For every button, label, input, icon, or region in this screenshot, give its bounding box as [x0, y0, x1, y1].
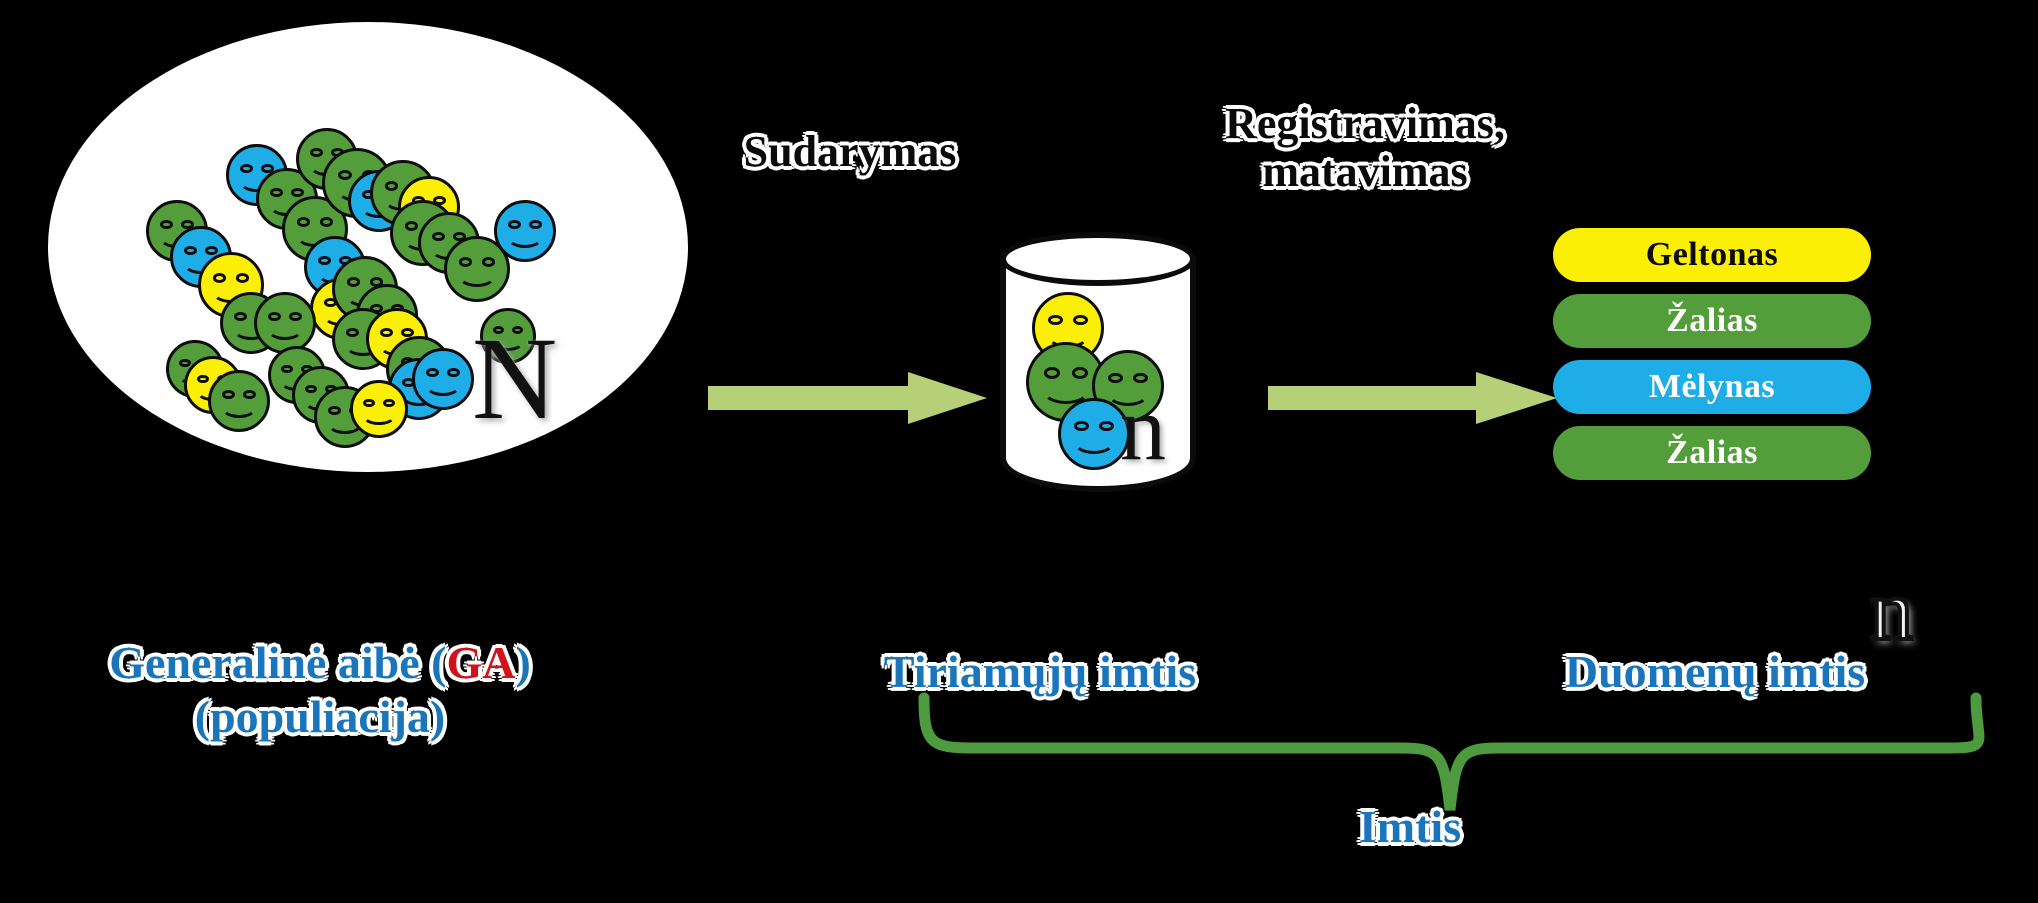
- arrow-sudarymas: [708, 370, 988, 426]
- data-sample-pill-label: Žalias: [1666, 302, 1758, 339]
- data-sample-pill: Mėlynas: [1553, 360, 1871, 414]
- sample-container-cylinder: n: [1000, 232, 1200, 500]
- smiley-mouth: [362, 405, 396, 425]
- sample-symbol-n: n: [1120, 377, 1166, 479]
- smiley-face: [494, 200, 556, 262]
- smiley-face: [254, 292, 316, 354]
- smiley-face: [412, 348, 474, 410]
- smiley-face: [350, 380, 408, 438]
- population-caption: Generalinė aibė (GA) (populiacija): [40, 636, 600, 745]
- smiley-mouth: [267, 319, 303, 340]
- smiley-mouth: [425, 375, 461, 396]
- population-caption-text-a: Generalinė aibė (: [109, 637, 447, 688]
- data-sample-pill: Žalias: [1553, 294, 1871, 348]
- data-sample-symbol-n: n: [1868, 562, 1915, 658]
- arrow-registravimas: [1268, 370, 1558, 426]
- cylinder-top-ellipse: [1000, 232, 1196, 286]
- population-caption-text-b: ): [515, 637, 531, 688]
- smiley-mouth: [1072, 429, 1116, 454]
- data-sample-pill: Geltonas: [1553, 228, 1871, 282]
- data-sample-pill: Žalias: [1553, 426, 1871, 480]
- diagram-canvas: N Generalinė aibė (GA) (populiacija) Sud…: [0, 0, 2038, 903]
- smiley-mouth: [221, 397, 257, 418]
- label-registravimas: Registravimas, matavimas: [1150, 100, 1580, 195]
- label-registravimas-line2: matavimas: [1262, 146, 1468, 196]
- label-sudarymas: Sudarymas: [743, 127, 957, 176]
- population-caption-ga: GA: [446, 637, 516, 688]
- population-symbol-N: N: [472, 313, 558, 444]
- smiley-mouth: [457, 264, 497, 287]
- data-sample-pill-label: Mėlynas: [1648, 368, 1776, 405]
- data-sample-pill-label: Geltonas: [1645, 236, 1779, 273]
- data-sample-pill-label: Žalias: [1666, 434, 1758, 471]
- smiley-face: [208, 370, 270, 432]
- population-caption-line1: Generalinė aibė (GA): [40, 636, 600, 690]
- population-caption-line2: (populiacija): [194, 691, 446, 743]
- label-registravimas-line1: Registravimas,: [1225, 99, 1505, 148]
- smiley-mouth: [507, 227, 543, 248]
- caption-imtis: Imtis: [1358, 801, 1462, 852]
